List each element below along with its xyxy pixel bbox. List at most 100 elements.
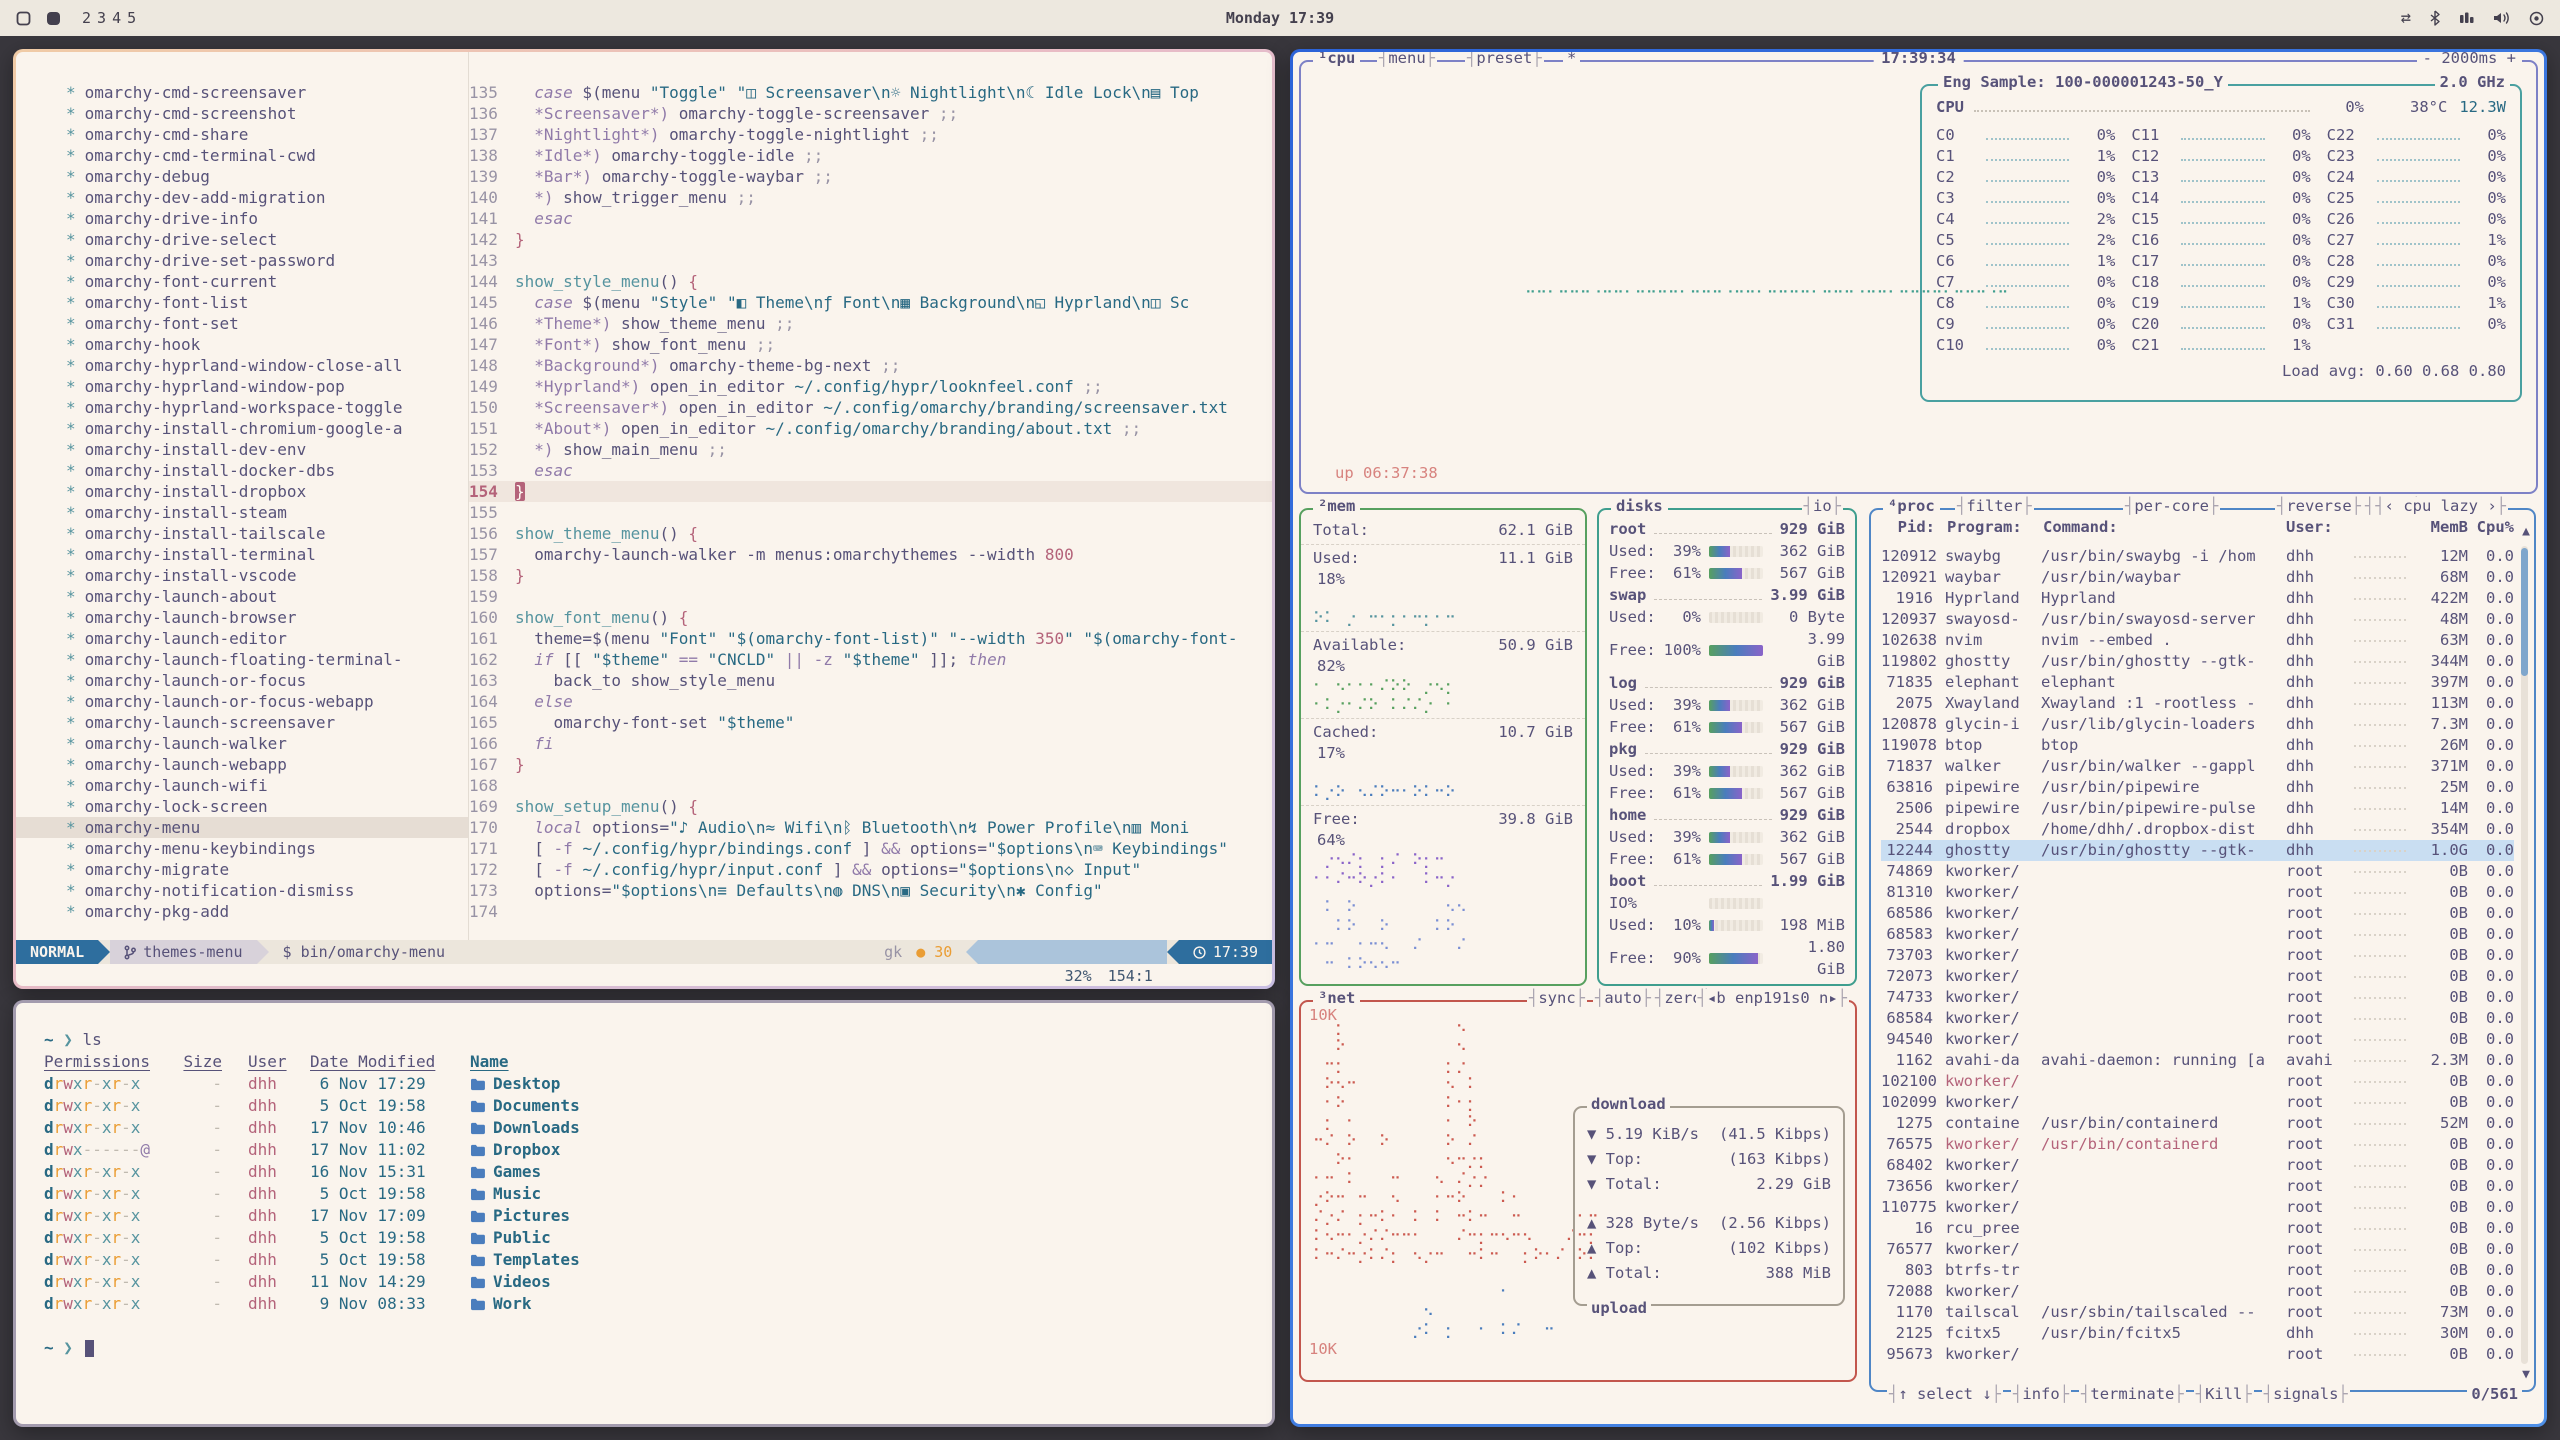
code-line[interactable]: 172 [ -f ~/.config/hypr/input.conf ] && … bbox=[469, 859, 1272, 880]
code-line[interactable]: 174 bbox=[469, 901, 1272, 922]
proc-filter-button[interactable]: filter bbox=[1955, 497, 2034, 515]
file-item[interactable]: *omarchy-lock-screen bbox=[66, 796, 468, 817]
signals-key[interactable]: signals bbox=[2262, 1385, 2350, 1403]
proc-row[interactable]: 110775kworker/root0B0.0 bbox=[1881, 1197, 2514, 1218]
file-list-pane[interactable]: *omarchy-cmd-screensaver*omarchy-cmd-scr… bbox=[16, 52, 468, 940]
workspace-5[interactable]: 5 bbox=[127, 9, 136, 27]
terminal-output[interactable]: ~ ❯ lsPermissionsSizeUserDate ModifiedNa… bbox=[16, 1003, 1272, 1424]
file-item[interactable]: *omarchy-drive-select bbox=[66, 229, 468, 250]
file-item[interactable]: *omarchy-launch-walker bbox=[66, 733, 468, 754]
code-line[interactable]: 160show_font_menu() { bbox=[469, 607, 1272, 628]
code-line[interactable]: 138 *Idle*) omarchy-toggle-idle ;; bbox=[469, 145, 1272, 166]
proc-row[interactable]: 72088kworker/root0B0.0 bbox=[1881, 1281, 2514, 1302]
settings-icon[interactable] bbox=[2529, 11, 2544, 26]
file-item[interactable]: *omarchy-launch-about bbox=[66, 586, 468, 607]
code-line[interactable]: 151 *About*) open_in_editor ~/.config/om… bbox=[469, 418, 1272, 439]
file-item[interactable]: *omarchy-install-steam bbox=[66, 502, 468, 523]
net-sync-toggle[interactable]: sync bbox=[1527, 989, 1587, 1007]
proc-row[interactable]: 68586kworker/root0B0.0 bbox=[1881, 903, 2514, 924]
file-item[interactable]: *omarchy-font-set bbox=[66, 313, 468, 334]
code-line[interactable]: 137 *Nightlight*) omarchy-toggle-nightli… bbox=[469, 124, 1272, 145]
omarchy-logo-icon[interactable] bbox=[16, 11, 31, 26]
code-line[interactable]: 171 [ -f ~/.config/hypr/bindings.conf ] … bbox=[469, 838, 1272, 859]
file-item[interactable]: *omarchy-cmd-share bbox=[66, 124, 468, 145]
file-item[interactable]: *omarchy-launch-floating-terminal- bbox=[66, 649, 468, 670]
proc-row[interactable]: 74733kworker/root0B0.0 bbox=[1881, 987, 2514, 1008]
proc-per-core-toggle[interactable]: per-core bbox=[2123, 497, 2220, 515]
file-item[interactable]: *omarchy-cmd-screensaver bbox=[66, 82, 468, 103]
file-item[interactable]: *omarchy-hyprland-window-pop bbox=[66, 376, 468, 397]
proc-row[interactable]: 2506pipewire/usr/bin/pipewire-pulsedhh14… bbox=[1881, 798, 2514, 819]
proc-row[interactable]: 803btrfs-trroot0B0.0 bbox=[1881, 1260, 2514, 1281]
screencast-icon[interactable]: ⇄ bbox=[2401, 8, 2411, 28]
proc-row[interactable]: 1162avahi-daavahi-daemon: running [aavah… bbox=[1881, 1050, 2514, 1071]
code-line[interactable]: 136 *Screensaver*) omarchy-toggle-screen… bbox=[469, 103, 1272, 124]
code-line[interactable]: 164 else bbox=[469, 691, 1272, 712]
code-line[interactable]: 166 fi bbox=[469, 733, 1272, 754]
file-item[interactable]: *omarchy-drive-set-password bbox=[66, 250, 468, 271]
terminate-key[interactable]: terminate bbox=[2079, 1385, 2186, 1403]
proc-row[interactable]: 102100kworker/root0B0.0 bbox=[1881, 1071, 2514, 1092]
code-line[interactable]: 163 back_to show_style_menu bbox=[469, 670, 1272, 691]
file-item[interactable]: *omarchy-install-terminal bbox=[66, 544, 468, 565]
code-line[interactable]: 143 bbox=[469, 250, 1272, 271]
code-line[interactable]: 140 *) show_trigger_menu ;; bbox=[469, 187, 1272, 208]
code-line[interactable]: 145 case $(menu "Style" "◧ Theme\nƒ Font… bbox=[469, 292, 1272, 313]
proc-row[interactable]: 1170tailscal/usr/sbin/tailscaled --root7… bbox=[1881, 1302, 2514, 1323]
code-line[interactable]: 144show_style_menu() { bbox=[469, 271, 1272, 292]
proc-row[interactable]: 72073kworker/root0B0.0 bbox=[1881, 966, 2514, 987]
file-item[interactable]: *omarchy-install-dropbox bbox=[66, 481, 468, 502]
code-line[interactable]: 168 bbox=[469, 775, 1272, 796]
proc-row[interactable]: 94540kworker/root0B0.0 bbox=[1881, 1029, 2514, 1050]
file-item[interactable]: *omarchy-drive-info bbox=[66, 208, 468, 229]
file-item[interactable]: *omarchy-launch-screensaver bbox=[66, 712, 468, 733]
bluetooth-icon[interactable] bbox=[2429, 10, 2441, 26]
proc-row[interactable]: 120878glycin-i/usr/lib/glycin-loadersdhh… bbox=[1881, 714, 2514, 735]
scroll-down-arrow[interactable]: ▼ bbox=[2522, 1367, 2530, 1382]
code-line[interactable]: 154} bbox=[469, 481, 1272, 502]
code-line[interactable]: 161 theme=$(menu "Font" "$(omarchy-font-… bbox=[469, 628, 1272, 649]
dock-icon[interactable] bbox=[2459, 11, 2475, 25]
file-item[interactable]: *omarchy-install-chromium-google-a bbox=[66, 418, 468, 439]
file-item[interactable]: *omarchy-launch-or-focus bbox=[66, 670, 468, 691]
code-line[interactable]: 167} bbox=[469, 754, 1272, 775]
proc-row[interactable]: 16rcu_preeroot0B0.0 bbox=[1881, 1218, 2514, 1239]
code-line[interactable]: 142} bbox=[469, 229, 1272, 250]
code-line[interactable]: 141 esac bbox=[469, 208, 1272, 229]
proc-reverse-toggle[interactable]: reverse bbox=[2275, 497, 2363, 515]
file-item[interactable]: *omarchy-menu bbox=[16, 817, 468, 838]
proc-sort-selector[interactable]: ‹ cpu lazy › bbox=[2373, 497, 2508, 515]
proc-row[interactable]: 12244ghostty/usr/bin/ghostty --gtk-dhh1.… bbox=[1881, 840, 2514, 861]
proc-row[interactable]: 74869kworker/root0B0.0 bbox=[1881, 861, 2514, 882]
code-line[interactable]: 155 bbox=[469, 502, 1272, 523]
file-item[interactable]: *omarchy-hook bbox=[66, 334, 468, 355]
file-item[interactable]: *omarchy-migrate bbox=[66, 859, 468, 880]
proc-row[interactable]: 1275containe/usr/bin/containerdroot52M0.… bbox=[1881, 1113, 2514, 1134]
proc-row[interactable]: 68402kworker/root0B0.0 bbox=[1881, 1155, 2514, 1176]
workspace-1-active[interactable] bbox=[47, 12, 60, 25]
process-table[interactable]: 120912swaybg/usr/bin/swaybg -i /homdhh12… bbox=[1881, 546, 2514, 1378]
proc-row[interactable]: 102099kworker/root0B0.0 bbox=[1881, 1092, 2514, 1113]
code-line[interactable]: 170 local options="♪ Audio\n≈ Wifi\nᛒ Bl… bbox=[469, 817, 1272, 838]
file-item[interactable]: *omarchy-font-current bbox=[66, 271, 468, 292]
workspace-2[interactable]: 2 bbox=[82, 9, 91, 27]
code-line[interactable]: 149 *Hyprland*) open_in_editor ~/.config… bbox=[469, 376, 1272, 397]
kill-key[interactable]: Kill bbox=[2194, 1385, 2254, 1403]
select-keys[interactable]: ↑ select ↓ bbox=[1887, 1385, 2003, 1403]
file-item[interactable]: *omarchy-dev-add-migration bbox=[66, 187, 468, 208]
proc-row[interactable]: 73656kworker/root0B0.0 bbox=[1881, 1176, 2514, 1197]
proc-row[interactable]: 120937swayosd-/usr/bin/swayosd-serverdhh… bbox=[1881, 609, 2514, 630]
proc-row[interactable]: 68584kworker/root0B0.0 bbox=[1881, 1008, 2514, 1029]
proc-row[interactable]: 95673kworker/root0B0.0 bbox=[1881, 1344, 2514, 1365]
file-item[interactable]: *omarchy-launch-browser bbox=[66, 607, 468, 628]
code-pane[interactable]: 135 case $(menu "Toggle" "◫ Screensaver\… bbox=[469, 52, 1272, 940]
preset-button[interactable]: preset bbox=[1465, 52, 1544, 67]
code-line[interactable]: 169show_setup_menu() { bbox=[469, 796, 1272, 817]
file-item[interactable]: *omarchy-menu-keybindings bbox=[66, 838, 468, 859]
update-interval-control[interactable]: - 2000ms + bbox=[2417, 52, 2522, 67]
workspace-3[interactable]: 3 bbox=[97, 9, 106, 27]
file-item[interactable]: *omarchy-font-list bbox=[66, 292, 468, 313]
code-line[interactable]: 157 omarchy-launch-walker -m menus:omarc… bbox=[469, 544, 1272, 565]
code-line[interactable]: 162 if [[ "$theme" == "CNCLD" || -z "$th… bbox=[469, 649, 1272, 670]
proc-row[interactable]: 68583kworker/root0B0.0 bbox=[1881, 924, 2514, 945]
